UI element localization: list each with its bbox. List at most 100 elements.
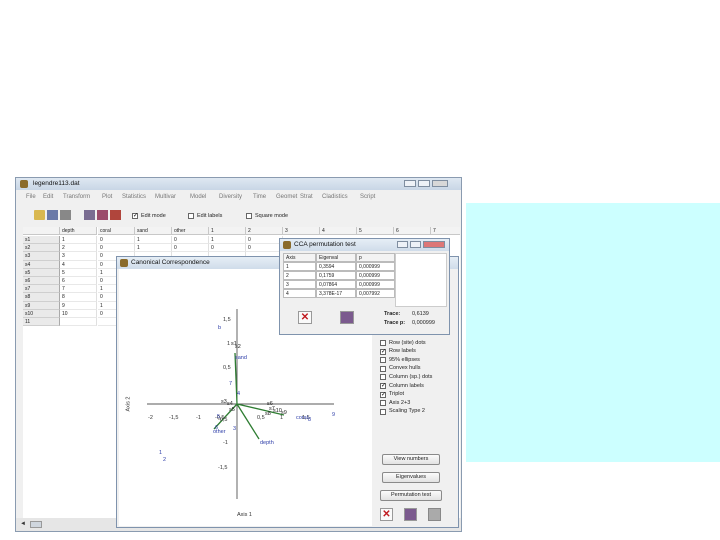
menu-item-geomet[interactable]: Geomet	[276, 194, 297, 200]
option-checkbox[interactable]	[380, 374, 386, 381]
column-header[interactable]: sand	[135, 227, 172, 235]
row-header[interactable]: s9	[23, 301, 60, 310]
option-checkbox[interactable]	[380, 408, 386, 415]
table-cell[interactable]: 5	[60, 268, 97, 277]
menu-item-cladistics[interactable]: Cladistics	[322, 194, 348, 200]
row-header[interactable]: s4	[23, 260, 60, 269]
table-cell[interactable]	[60, 318, 97, 327]
paste-icon[interactable]	[97, 210, 108, 220]
table-cell[interactable]: 2	[60, 244, 97, 253]
maximize-button[interactable]	[418, 180, 430, 187]
row-header[interactable]: s7	[23, 285, 60, 294]
open-file-icon[interactable]	[34, 210, 45, 220]
menu-item-multivar[interactable]: Multivar	[155, 194, 176, 200]
menu-item-plot[interactable]: Plot	[102, 194, 112, 200]
table-cell[interactable]: 0	[172, 236, 209, 245]
perm-table-cell: 3	[283, 280, 316, 289]
option-checkbox[interactable]	[380, 400, 386, 407]
perm-minimize-button[interactable]	[397, 241, 408, 248]
column-header[interactable]: 7	[431, 227, 460, 235]
row-header[interactable]: s8	[23, 293, 60, 302]
column-header[interactable]: coral	[98, 227, 135, 235]
menu-item-file[interactable]: File	[26, 194, 36, 200]
column-header[interactable]: 6	[394, 227, 431, 235]
table-cell[interactable]: 1	[209, 236, 246, 245]
table-cell[interactable]: 8	[60, 293, 97, 302]
table-cell[interactable]: 0	[209, 244, 246, 253]
option-checkbox[interactable]: ✓	[380, 391, 386, 398]
column-header[interactable]: 1	[209, 227, 246, 235]
table-cell[interactable]: 6	[60, 277, 97, 286]
print-icon[interactable]	[60, 210, 71, 220]
edit-labels-checkbox[interactable]	[188, 213, 194, 219]
column-header[interactable]: 2	[246, 227, 283, 235]
table-cell[interactable]: 0	[246, 236, 283, 245]
table-cell[interactable]: 0	[246, 244, 283, 253]
menu-item-statistics[interactable]: Statistics	[122, 194, 146, 200]
close-button[interactable]	[432, 180, 448, 187]
option-checkbox[interactable]: ✓	[380, 348, 386, 355]
close-x-icon[interactable]: ✕	[380, 508, 393, 521]
table-cell[interactable]: 1	[60, 236, 97, 245]
menu-item-script[interactable]: Script	[360, 194, 375, 200]
scroll-thumb[interactable]	[30, 521, 42, 528]
row-header[interactable]: s10	[23, 309, 60, 318]
y-tick-label: -1,5	[218, 465, 228, 471]
menu-item-time[interactable]: Time	[253, 194, 266, 200]
perm-close-button[interactable]	[423, 241, 445, 248]
table-cell[interactable]: 0	[98, 236, 135, 245]
perm-maximize-button[interactable]	[410, 241, 421, 248]
menu-item-transform[interactable]: Transform	[63, 194, 90, 200]
eigenvalues-button[interactable]: Eigenvalues	[382, 472, 440, 483]
table-cell[interactable]: 7	[60, 285, 97, 294]
menu-item-diversity[interactable]: Diversity	[219, 194, 242, 200]
row-header[interactable]: s5	[23, 268, 60, 277]
column-header[interactable]: 4	[320, 227, 357, 235]
view-numbers-button[interactable]: View numbers	[382, 454, 440, 465]
table-cell[interactable]: 10	[60, 309, 97, 318]
column-header[interactable]: 3	[283, 227, 320, 235]
trace-p-value: 0,000999	[412, 320, 435, 326]
copy-image-icon[interactable]	[404, 508, 417, 521]
site-label: s3	[221, 399, 227, 405]
perm-table-cell: 4	[283, 289, 316, 298]
minimize-button[interactable]	[404, 180, 416, 187]
site-label: s8	[265, 411, 271, 417]
table-cell[interactable]: 0	[172, 244, 209, 253]
table-cell[interactable]: 1	[135, 236, 172, 245]
print-icon[interactable]	[428, 508, 441, 521]
row-header[interactable]: s2	[23, 244, 60, 253]
copy-icon[interactable]	[84, 210, 95, 220]
square-mode-checkbox[interactable]	[246, 213, 252, 219]
option-checkbox[interactable]	[380, 340, 386, 346]
menu-item-strat[interactable]: Strat	[300, 194, 313, 200]
option-checkbox[interactable]: ✓	[380, 383, 386, 389]
option-checkbox[interactable]	[380, 365, 386, 372]
perm-titlebar[interactable]: CCA permutation test	[280, 239, 449, 251]
column-header[interactable]: 5	[357, 227, 394, 235]
main-titlebar[interactable]: legendre113.dat	[16, 178, 461, 190]
table-cell[interactable]: 0	[98, 244, 135, 253]
option-checkbox-label: Row labels	[389, 348, 416, 355]
option-checkbox[interactable]	[380, 357, 386, 364]
save-icon[interactable]	[47, 210, 58, 220]
table-cell[interactable]: 4	[60, 260, 97, 269]
row-header[interactable]: s1	[23, 236, 60, 245]
scroll-left-icon[interactable]: ◄	[20, 521, 28, 528]
table-cell[interactable]: 3	[60, 252, 97, 261]
row-header[interactable]: s3	[23, 252, 60, 261]
menu-item-edit[interactable]: Edit	[43, 194, 53, 200]
row-header[interactable]: 11	[23, 318, 60, 327]
delete-icon[interactable]	[110, 210, 121, 220]
column-header[interactable]: other	[172, 227, 209, 235]
permutation-test-button[interactable]: Permutation test	[380, 490, 442, 501]
column-header[interactable]: depth	[60, 227, 97, 235]
row-header[interactable]: s6	[23, 277, 60, 286]
perm-close-x-icon[interactable]: ✕	[298, 311, 312, 324]
table-cell[interactable]: 9	[60, 301, 97, 310]
edit-mode-checkbox[interactable]: ✓	[132, 213, 138, 219]
menu-item-model[interactable]: Model	[190, 194, 206, 200]
table-cell[interactable]: 1	[135, 244, 172, 253]
perm-copy-icon[interactable]	[340, 311, 354, 324]
perm-table-header: Axis	[283, 253, 316, 262]
